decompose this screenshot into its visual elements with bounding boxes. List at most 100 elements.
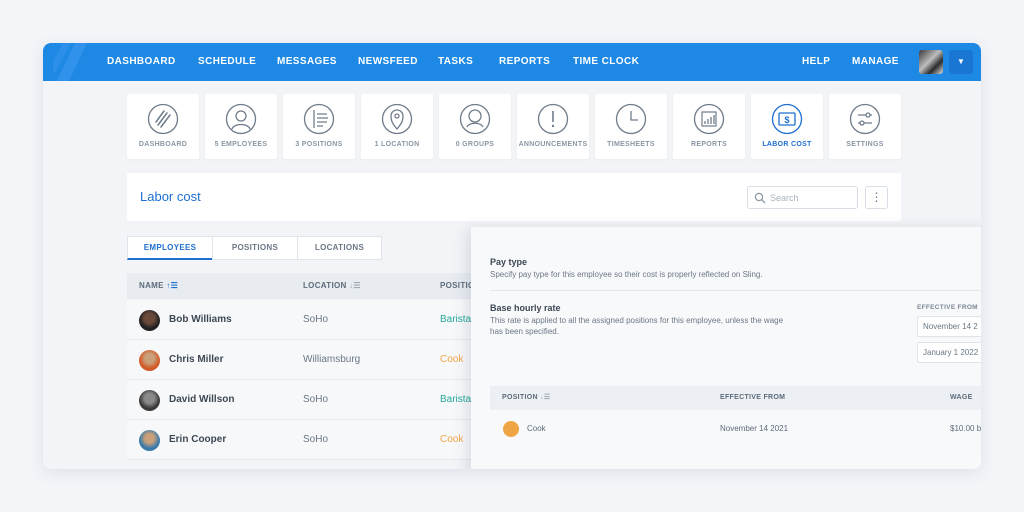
employee-name: David Willson (169, 394, 235, 405)
table-row[interactable]: Chris Miller Williamsburg Cook (127, 340, 527, 380)
nav-reports[interactable]: REPORTS (499, 43, 550, 81)
avatar (139, 430, 160, 451)
nav-messages[interactable]: MESSAGES (277, 43, 337, 81)
column-header-position[interactable]: POSITION ↓☰ (502, 386, 551, 410)
employee-name: Chris Miller (169, 354, 224, 365)
page-title: Labor cost (140, 189, 201, 204)
avatar (139, 310, 160, 331)
more-options-button[interactable]: ⋮ (865, 186, 888, 209)
table-row[interactable]: Bob Williams SoHo Barista (127, 300, 527, 340)
user-avatar[interactable] (919, 50, 943, 74)
avatar (139, 350, 160, 371)
kebab-icon: ⋮ (870, 190, 883, 204)
column-header-effective-from[interactable]: EFFECTIVE FROM (720, 386, 785, 410)
tile-label: TIMESHEETS (607, 141, 655, 148)
top-nav-bar: DASHBOARD SCHEDULE MESSAGES NEWSFEED TAS… (43, 43, 981, 81)
base-rate-title: Base hourly rate (490, 303, 561, 313)
wage-amount: $10.00 b (950, 424, 981, 433)
wage-table-header: POSITION ↓☰ EFFECTIVE FROM WAGE (490, 386, 981, 410)
clock-icon (615, 103, 647, 135)
employee-icon (225, 103, 257, 135)
sling-logo-icon[interactable] (47, 43, 87, 81)
tile-label: 1 LOCATION (374, 141, 420, 148)
employee-location: Williamsburg (303, 354, 361, 365)
nav-dashboard[interactable]: DASHBOARD (107, 43, 176, 81)
table-row[interactable]: David Willson SoHo Barista (127, 380, 527, 420)
effective-date-field[interactable]: November 14 2 (917, 316, 981, 337)
page-header-card: Labor cost ⋮ (127, 173, 901, 221)
sliders-icon (849, 103, 881, 135)
tile-label: SETTINGS (846, 141, 884, 148)
column-header-wage[interactable]: WAGE (950, 386, 973, 410)
dollar-icon: $ (771, 103, 803, 135)
account-dropdown-button[interactable]: ▼ (949, 50, 973, 74)
table-row[interactable]: Cook November 14 2021 $10.00 b (490, 410, 981, 448)
effective-from-label: EFFECTIVE FROM (917, 304, 978, 311)
nav-schedule[interactable]: SCHEDULE (198, 43, 256, 81)
employee-labor-cost-panel: Pay type Specify pay type for this emplo… (471, 227, 981, 469)
employee-position: Barista (440, 314, 472, 325)
employee-name: Bob Williams (169, 314, 232, 325)
employee-location: SoHo (303, 434, 329, 445)
tile-settings[interactable]: SETTINGS (829, 94, 901, 159)
tab-positions[interactable]: POSITIONS (212, 236, 298, 260)
tile-label: 3 POSITIONS (295, 141, 343, 148)
tab-employees[interactable]: EMPLOYEES (127, 236, 213, 260)
nav-time-clock[interactable]: TIME CLOCK (573, 43, 639, 81)
employee-location: SoHo (303, 314, 329, 325)
caret-down-icon: ▼ (957, 57, 965, 66)
effective-date-field[interactable]: January 1 2022 (917, 342, 981, 363)
table-row[interactable]: Erin Cooper SoHo Cook (127, 420, 527, 460)
tile-reports[interactable]: REPORTS (673, 94, 745, 159)
tile-employees[interactable]: 5 EMPLOYEES (205, 94, 277, 159)
positions-icon (303, 103, 335, 135)
sort-icon[interactable]: ↓☰ (349, 281, 361, 290)
tile-label: ANNOUNCEMENTS (518, 141, 588, 148)
tile-location[interactable]: 1 LOCATION (361, 94, 433, 159)
nav-help[interactable]: HELP (802, 43, 830, 81)
nav-manage[interactable]: MANAGE (852, 43, 899, 81)
app-window: DASHBOARD SCHEDULE MESSAGES NEWSFEED TAS… (43, 43, 981, 469)
column-header-location[interactable]: LOCATION ↓☰ (303, 273, 361, 299)
avatar (139, 390, 160, 411)
wage-position: Cook (527, 424, 546, 433)
nav-tasks[interactable]: TASKS (438, 43, 473, 81)
search-icon (754, 192, 766, 204)
employee-position: Cook (440, 354, 464, 365)
tab-locations[interactable]: LOCATIONS (297, 236, 382, 260)
search-input[interactable] (770, 190, 854, 205)
tile-positions[interactable]: 3 POSITIONS (283, 94, 355, 159)
location-pin-icon (381, 103, 413, 135)
tile-labor-cost[interactable]: $ LABOR COST (751, 94, 823, 159)
wage-effective-from: November 14 2021 (720, 424, 789, 433)
tile-label: LABOR COST (762, 141, 812, 148)
divider (490, 290, 981, 291)
groups-icon (459, 103, 491, 135)
position-color-dot (503, 421, 519, 437)
tile-timesheets[interactable]: TIMESHEETS (595, 94, 667, 159)
employee-position: Barista (440, 394, 472, 405)
column-header-name[interactable]: NAME ↑☰ (139, 273, 178, 299)
tile-label: REPORTS (691, 141, 727, 148)
nav-newsfeed[interactable]: NEWSFEED (358, 43, 418, 81)
tile-dashboard[interactable]: DASHBOARD (127, 94, 199, 159)
employee-name: Erin Cooper (169, 434, 227, 445)
employee-location: SoHo (303, 394, 329, 405)
tile-label: DASHBOARD (138, 141, 188, 148)
tile-label: 5 EMPLOYEES (214, 141, 268, 148)
dashboard-icon (147, 103, 179, 135)
base-rate-description: This rate is applied to all the assigned… (490, 316, 784, 336)
svg-text:$: $ (784, 115, 789, 125)
tile-label: 0 GROUPS (455, 141, 495, 148)
sort-icon[interactable]: ↓☰ (540, 394, 550, 401)
pay-type-title: Pay type (490, 257, 528, 267)
employee-table-header: NAME ↑☰ LOCATION ↓☰ POSITION (127, 273, 527, 299)
search-box[interactable] (747, 186, 858, 209)
employee-position: Cook (440, 434, 464, 445)
tile-groups[interactable]: 0 GROUPS (439, 94, 511, 159)
pay-type-description: Specify pay type for this employee so th… (490, 270, 763, 279)
reports-chart-icon (693, 103, 725, 135)
tile-announcements[interactable]: ANNOUNCEMENTS (517, 94, 589, 159)
sort-ascending-icon[interactable]: ↑☰ (166, 281, 178, 290)
exclamation-icon (537, 103, 569, 135)
